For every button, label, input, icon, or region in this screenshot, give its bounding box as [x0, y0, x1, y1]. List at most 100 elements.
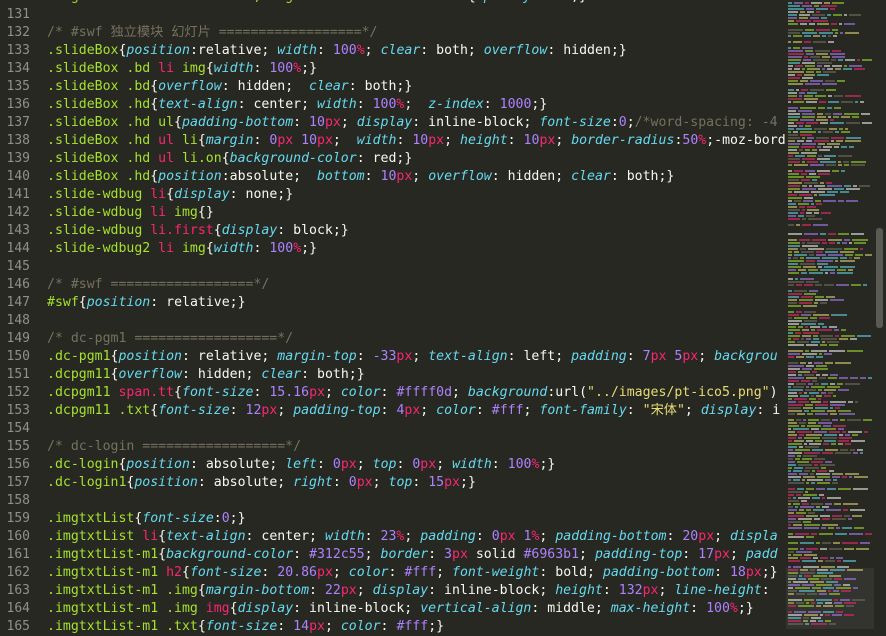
minimap-stroke — [788, 197, 802, 199]
code-token: .slide-wdbug2 — [47, 241, 159, 256]
minimap-stroke — [811, 329, 815, 331]
code-line[interactable]: /* dc-pgm1 ==================*/ — [47, 330, 785, 348]
code-line[interactable]: .dcpgm11 .txt{font-size: 12px; padding-t… — [47, 402, 785, 420]
code-token: : — [396, 133, 413, 148]
code-line[interactable]: .slideBox .hd ul li{margin: 0px 10px; wi… — [47, 132, 785, 150]
code-token: /* #swf 独立模块 幻灯片 ==================*/ — [47, 25, 378, 40]
minimap-stroke — [811, 461, 823, 463]
code-line[interactable]: .slideBox .bd li img{width: 100%;} — [47, 60, 785, 78]
minimap-stroke — [788, 89, 794, 91]
code-token: : left; — [507, 349, 572, 364]
minimap-stroke — [806, 509, 811, 511]
code-line[interactable] — [47, 6, 785, 24]
code-line[interactable]: /* dc-login ==================*/ — [47, 438, 785, 456]
code-line[interactable]: .slide-wdbug li.first{display: block;} — [47, 222, 785, 240]
code-line[interactable]: #swf{position: relative;} — [47, 294, 785, 312]
minimap-stroke — [804, 233, 818, 235]
minimap-stroke — [810, 164, 824, 166]
minimap-stroke — [788, 398, 792, 400]
code-token: { — [197, 583, 206, 598]
code-line[interactable]: .slideBox .bd{overflow: hidden; clear: b… — [47, 78, 785, 96]
minimap-stroke — [803, 566, 819, 568]
code-line[interactable]: .slideBox{position:relative; width: 100%… — [47, 42, 785, 60]
code-line[interactable]: .slide-wdbug li img{} — [47, 204, 785, 222]
code-line[interactable] — [47, 492, 785, 510]
minimap-stroke — [813, 224, 828, 226]
code-line[interactable]: .dcpgm11{overflow: hidden; clear: both;} — [47, 366, 785, 384]
code-token: : — [388, 565, 405, 580]
minimap-stroke — [815, 413, 828, 415]
minimap-stroke — [802, 143, 816, 145]
minimap-stroke — [833, 425, 846, 427]
code-line[interactable]: .imgtxtList li{text-align: center; width… — [47, 528, 785, 546]
code-line[interactable]: .slide-wdbug2 li img{width: 100%;} — [47, 240, 785, 258]
minimap-stroke — [799, 206, 805, 208]
minimap-stroke — [814, 302, 818, 304]
line-number: 155 — [6, 439, 30, 454]
code-line[interactable] — [47, 312, 785, 330]
code-line[interactable]: .imgtxtList-m1 .img{margin-bottom: 22px;… — [47, 582, 785, 600]
code-line[interactable] — [47, 420, 785, 438]
minimap-stroke — [848, 431, 862, 433]
minimap-stroke — [811, 395, 814, 397]
code-token: px — [642, 583, 659, 598]
minimap-stroke — [810, 317, 817, 319]
code-line[interactable]: .imgtxtList-m1 .img img{display: inline-… — [47, 600, 785, 618]
code-token: ; — [626, 115, 635, 130]
code-line[interactable]: .dc-login1{position: absolute; right: 0p… — [47, 474, 785, 492]
line-number: 143 — [6, 223, 30, 238]
minimap-stroke — [802, 353, 817, 355]
code-line[interactable]: .imgtxtList{font-size:0;} — [47, 510, 785, 528]
minimap-stroke — [788, 32, 800, 34]
code-token: : — [666, 529, 683, 544]
minimap-stroke — [837, 242, 840, 244]
code-line[interactable] — [47, 258, 785, 276]
minimap-stroke — [798, 464, 812, 466]
code-token: px — [309, 385, 325, 400]
code-line[interactable]: .imgtxtList-m1 .txt{font-size: 14px; col… — [47, 618, 785, 636]
minimap-stroke — [814, 458, 825, 460]
minimap-stroke — [802, 62, 815, 64]
code-line[interactable]: .slideBox .hd ul{padding-bottom: 10px; d… — [47, 114, 785, 132]
code-token: background-color — [229, 151, 357, 166]
code-line[interactable]: /* #swf 独立模块 幻灯片 ==================*/ — [47, 24, 785, 42]
minimap-stroke — [814, 464, 818, 466]
code-line[interactable]: .dcpgm11 span.tt{font-size: 15.16px; col… — [47, 384, 785, 402]
code-line[interactable]: .imgtxtList-m1 h2{font-size: 20.86px; co… — [47, 564, 785, 582]
code-editor[interactable]: .loginList1-m1 .btn2:hover,.loginList1-m… — [47, 0, 785, 636]
code-token: ; — [579, 547, 595, 562]
minimap-stroke — [811, 401, 821, 403]
minimap-stroke — [800, 248, 806, 250]
minimap-stroke — [820, 182, 824, 184]
minimap-stroke — [842, 527, 852, 529]
code-token: #6963b1 — [523, 547, 580, 562]
minimap-stroke — [848, 401, 853, 403]
minimap-stroke — [788, 476, 801, 478]
minimap-stroke — [788, 524, 791, 526]
minimap-stroke — [834, 578, 842, 580]
minimap-stroke — [796, 593, 805, 595]
minimap-stroke — [821, 5, 837, 7]
minimap-stroke — [806, 101, 817, 103]
code-line[interactable]: .imgtxtList-m1{background-color: #312c55… — [47, 546, 785, 564]
minimap-stroke — [845, 32, 859, 34]
code-line[interactable]: .slideBox .hd ul li.on{background-color:… — [47, 150, 785, 168]
code-line[interactable]: .dc-pgm1{position: relative; margin-top:… — [47, 348, 785, 366]
minimap-stroke — [817, 170, 830, 172]
code-line[interactable]: .slideBox .hd{position:absolute; bottom:… — [47, 168, 785, 186]
minimap-stroke — [788, 200, 792, 202]
minimap-stroke — [804, 35, 811, 37]
scrollbar-thumb[interactable] — [876, 228, 883, 328]
code-line[interactable]: .dc-login{position: absolute; left: 0px;… — [47, 456, 785, 474]
code-line[interactable]: /* #swf ==================*/ — [47, 276, 785, 294]
minimap-stroke — [788, 23, 798, 25]
vertical-scrollbar[interactable] — [874, 0, 886, 629]
code-line[interactable]: .slideBox .hd{text-align: center; width:… — [47, 96, 785, 114]
minimap-stroke — [788, 428, 791, 430]
code-line[interactable]: .slide-wdbug li{display: none;} — [47, 186, 785, 204]
minimap-stroke — [806, 338, 811, 340]
minimap[interactable] — [786, 0, 874, 629]
code-token: 100 — [332, 43, 357, 58]
code-token: .slide-wdbug — [47, 223, 151, 238]
minimap-stroke — [837, 269, 846, 271]
